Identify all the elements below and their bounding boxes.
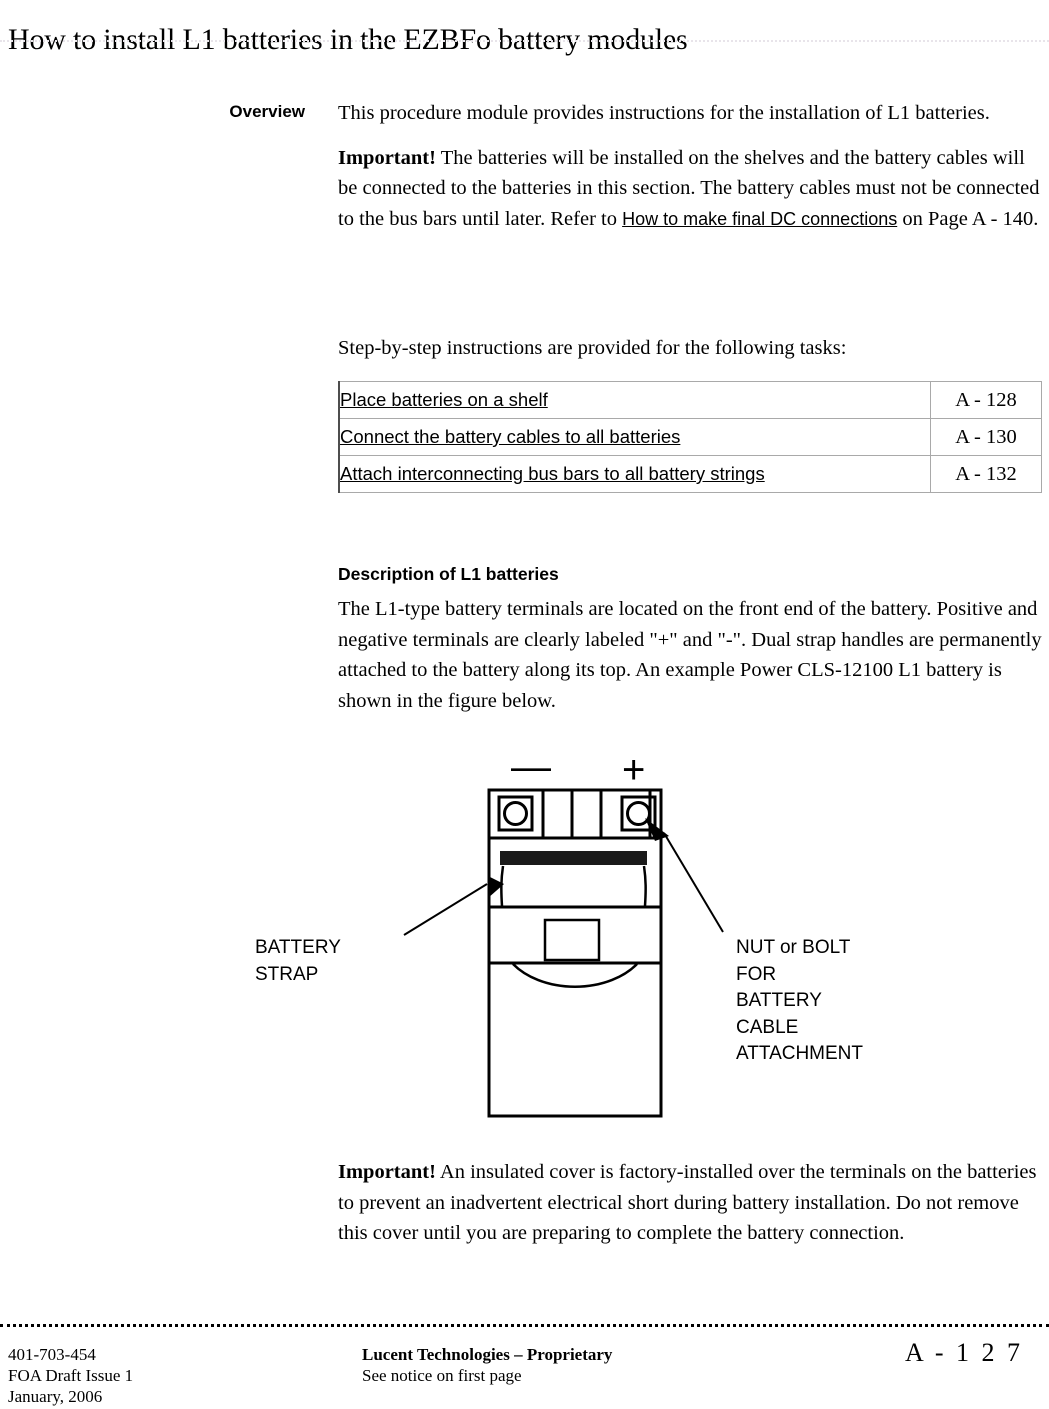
important-text-tail: on Page A - 140. xyxy=(897,207,1039,230)
positive-symbol-glyph: + xyxy=(622,748,645,792)
footer-center-block: Lucent Technologies – Proprietary See no… xyxy=(362,1344,612,1386)
table-cell-task[interactable]: Connect the battery cables to all batter… xyxy=(338,418,931,456)
leader-line-right xyxy=(663,832,724,933)
task-table: Place batteries on a shelf A - 128 Conne… xyxy=(338,381,1042,493)
table-cell-task[interactable]: Attach interconnecting bus bars to all b… xyxy=(338,455,931,493)
negative-terminal-box xyxy=(497,795,534,832)
footer-page-number: A - 1 2 7 xyxy=(905,1338,1023,1367)
footer-issue: FOA Draft Issue 1 xyxy=(8,1366,134,1385)
label-plate xyxy=(543,918,601,962)
negative-symbol-glyph: — xyxy=(511,745,551,789)
note-paragraph: Important! An insulated cover is factory… xyxy=(338,1157,1044,1249)
footer-proprietary-title: Lucent Technologies – Proprietary xyxy=(362,1345,613,1364)
tasks-intro-block: Step-by-step instructions are provided f… xyxy=(338,333,1044,364)
note-text: An insulated cover is factory-installed … xyxy=(338,1161,1037,1244)
footer-doc-number: 401-703-454 xyxy=(8,1345,96,1364)
table-cell-page: A - 128 xyxy=(930,381,1042,419)
table-cell-page: A - 132 xyxy=(930,455,1042,493)
leader-line-left xyxy=(403,883,488,936)
task-link[interactable]: Attach interconnecting bus bars to all b… xyxy=(340,463,765,484)
footer-left-block: 401-703-454 FOA Draft Issue 1 January, 2… xyxy=(8,1344,133,1407)
tasks-intro-text: Step-by-step instructions are provided f… xyxy=(338,337,847,359)
cross-reference-link[interactable]: How to make final DC connections xyxy=(622,209,897,229)
note-important-label: Important! xyxy=(338,1161,436,1183)
negative-terminal-post xyxy=(503,801,528,826)
description-body: The L1-type battery terminals are locate… xyxy=(338,594,1044,716)
strap-side-left xyxy=(500,865,505,907)
strap-side-right xyxy=(642,865,647,907)
footer-divider xyxy=(0,1324,1049,1327)
footer-proprietary-note: See notice on first page xyxy=(362,1366,522,1385)
overview-important-paragraph: Important! The batteries will be install… xyxy=(338,143,1044,235)
task-link[interactable]: Place batteries on a shelf xyxy=(340,389,548,410)
figure-callout-battery-strap: BATTERY STRAP xyxy=(255,937,341,985)
figure-callout-nut-or-bolt: NUT or BOLT FOR BATTERY CABLE ATTACHMENT xyxy=(736,937,864,1064)
handle-recess-arc xyxy=(512,963,638,988)
footer-date: January, 2006 xyxy=(8,1387,103,1406)
positive-terminal-box xyxy=(620,795,657,832)
note-block: Important! An insulated cover is factory… xyxy=(338,1157,1044,1249)
positive-terminal-post xyxy=(626,801,651,826)
table-row[interactable]: Place batteries on a shelf A - 128 xyxy=(338,381,1042,419)
overview-body: This procedure module provides instructi… xyxy=(338,98,1044,234)
table-cell-page: A - 130 xyxy=(930,418,1042,456)
leader-arrowhead-left xyxy=(488,876,504,898)
battery-strap-bar xyxy=(500,851,647,865)
table-row[interactable]: Attach interconnecting bus bars to all b… xyxy=(338,455,1042,493)
header-divider xyxy=(0,40,1049,44)
section-label-overview: Overview xyxy=(229,102,305,121)
table-cell-task[interactable]: Place batteries on a shelf xyxy=(338,381,931,419)
task-link[interactable]: Connect the battery cables to all batter… xyxy=(340,426,680,447)
leader-arrowhead-right xyxy=(645,818,669,841)
important-run-in-label: Important! xyxy=(338,146,436,169)
overview-paragraph-1: This procedure module provides instructi… xyxy=(338,102,990,124)
table-row[interactable]: Connect the battery cables to all batter… xyxy=(338,418,1042,456)
subheading-description: Description of L1 batteries xyxy=(338,564,559,584)
battery-outline xyxy=(487,788,663,1118)
description-paragraph: The L1-type battery terminals are locate… xyxy=(338,598,1042,712)
